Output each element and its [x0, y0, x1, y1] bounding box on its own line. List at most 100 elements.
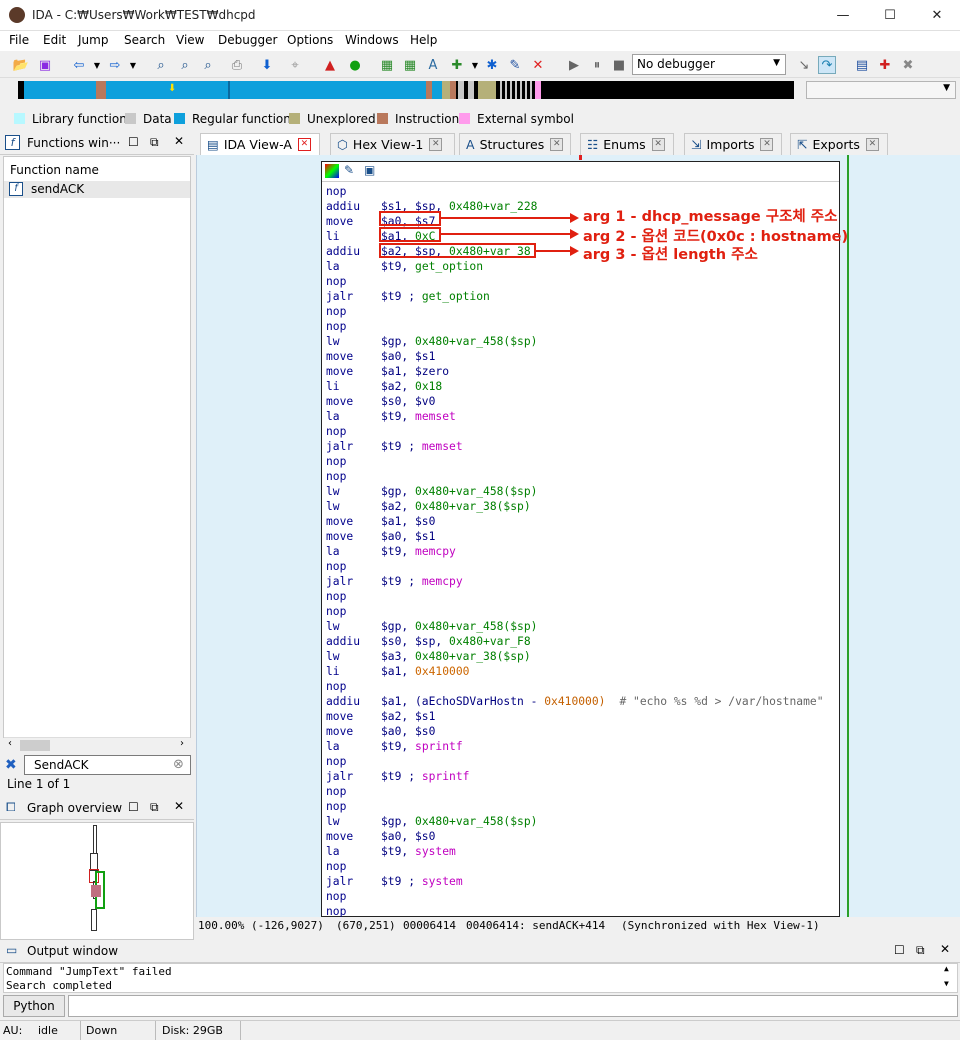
step-into-icon[interactable]: ↘: [795, 56, 813, 74]
python-button[interactable]: Python: [3, 995, 65, 1017]
clear-filter-icon[interactable]: ✖: [5, 757, 17, 773]
code-line[interactable]: lw $a2, 0x480+var_38($sp): [326, 499, 531, 514]
navigation-strip[interactable]: ⬇: [18, 81, 794, 99]
output-log[interactable]: Command "JumpText" failed Search complet…: [3, 963, 958, 993]
close-button[interactable]: ✕: [914, 0, 960, 31]
list-item[interactable]: f sendACK: [4, 181, 190, 198]
breakpoint-list-icon[interactable]: ✖: [899, 56, 917, 74]
code-line[interactable]: jalr $t9 ; memset: [326, 439, 463, 454]
code-line[interactable]: la $t9, sprintf: [326, 739, 463, 754]
code-line[interactable]: jalr $t9 ; memcpy: [326, 574, 463, 589]
python-command-input[interactable]: [68, 995, 958, 1017]
code-line[interactable]: move $a0, $s1: [326, 529, 435, 544]
tab-imports[interactable]: ⇲ Imports ✕: [684, 133, 782, 155]
code-line[interactable]: nop: [326, 304, 381, 319]
code-line[interactable]: li $a2, 0x18: [326, 379, 442, 394]
code-line[interactable]: nop: [326, 754, 381, 769]
code-line[interactable]: move $s0, $v0: [326, 394, 435, 409]
tab-ida-view-a[interactable]: ▤ IDA View-A ✕: [200, 133, 320, 155]
code-line[interactable]: move $a0, $s0: [326, 829, 435, 844]
search-text-icon[interactable]: ⌕: [176, 56, 194, 74]
function-filter-input[interactable]: SendACK ⊗: [24, 755, 191, 775]
menu-jump[interactable]: Jump: [78, 33, 108, 47]
code-icon[interactable]: ▦: [378, 56, 396, 74]
code-line[interactable]: nop: [326, 859, 381, 874]
chevron-down-icon[interactable]: ▼: [944, 979, 949, 988]
pause-icon[interactable]: ⏸: [588, 56, 606, 74]
green-circle-icon[interactable]: ●: [346, 56, 364, 74]
close-icon[interactable]: ✕: [297, 138, 311, 151]
hex-search-icon[interactable]: ⌖: [286, 56, 304, 74]
code-line[interactable]: lw $gp, 0x480+var_458($sp): [326, 619, 537, 634]
data-icon[interactable]: ▦: [401, 56, 419, 74]
maximize-button[interactable]: ☐: [867, 0, 913, 31]
debugger-select[interactable]: No debugger ▼: [632, 54, 786, 75]
restore-icon[interactable]: ☐: [128, 800, 139, 814]
code-line[interactable]: nop: [326, 679, 381, 694]
open-icon[interactable]: 📂: [12, 56, 30, 74]
chevron-down-icon[interactable]: ▼: [466, 56, 484, 74]
string-icon[interactable]: A: [424, 56, 442, 74]
script-icon[interactable]: ▤: [853, 56, 871, 74]
code-line[interactable]: move $a0, $s1: [326, 349, 435, 364]
struct-icon[interactable]: ✱: [483, 56, 501, 74]
tab-exports[interactable]: ⇱ Exports ✕: [790, 133, 888, 155]
code-line[interactable]: lw $gp, 0x480+var_458($sp): [326, 334, 537, 349]
code-line[interactable]: lw $gp, 0x480+var_458($sp): [326, 814, 537, 829]
scrollbar-thumb[interactable]: [20, 740, 50, 751]
chevron-right-icon[interactable]: ›: [180, 738, 184, 749]
code-line[interactable]: addiu $a1, (aEchoSDVarHostn - 0x410000) # …: [326, 694, 824, 709]
code-line[interactable]: move $a0, $s0: [326, 724, 435, 739]
code-line[interactable]: la $t9, memset: [326, 409, 456, 424]
code-line[interactable]: jalr $t9 ; get_option: [326, 289, 490, 304]
segment-select[interactable]: ▼: [806, 81, 956, 99]
play-icon[interactable]: ▶: [565, 56, 583, 74]
code-line[interactable]: nop: [326, 559, 381, 574]
search-binary-icon[interactable]: ⌕: [152, 56, 170, 74]
code-line[interactable]: nop: [326, 799, 381, 814]
tab-enums[interactable]: ☷ Enums ✕: [580, 133, 674, 155]
array-icon[interactable]: ✚: [448, 56, 466, 74]
code-line[interactable]: nop: [326, 319, 381, 334]
search-immediate-icon[interactable]: ⌕: [199, 56, 217, 74]
chevron-up-icon[interactable]: ▲: [944, 964, 949, 973]
close-icon[interactable]: ✕: [174, 134, 184, 148]
warning-icon[interactable]: ▲: [321, 56, 339, 74]
graph-overview[interactable]: [0, 822, 194, 940]
edit-icon[interactable]: ✎: [506, 56, 524, 74]
group-nodes-icon[interactable]: ▣: [364, 163, 375, 177]
close-icon[interactable]: ✕: [174, 799, 184, 813]
code-line[interactable]: nop: [326, 454, 381, 469]
horizontal-scrollbar[interactable]: ‹ ›: [4, 737, 190, 753]
tab-hex-view-1[interactable]: ⬡ Hex View-1 ✕: [330, 133, 455, 155]
code-line[interactable]: addiu $s0, $sp, 0x480+var_F8: [326, 634, 531, 649]
close-icon[interactable]: ✕: [940, 942, 950, 956]
menu-search[interactable]: Search: [124, 33, 165, 47]
chevron-down-icon[interactable]: ▼: [124, 56, 142, 74]
menu-file[interactable]: File: [9, 33, 29, 47]
code-line[interactable]: nop: [326, 889, 381, 904]
close-icon[interactable]: ✕: [429, 138, 443, 151]
code-line[interactable]: nop: [326, 274, 381, 289]
menu-edit[interactable]: Edit: [43, 33, 66, 47]
code-line[interactable]: nop: [326, 604, 381, 619]
stop-icon[interactable]: ■: [610, 56, 628, 74]
menu-debugger[interactable]: Debugger: [218, 33, 277, 47]
jump-down-icon[interactable]: ⬇: [258, 56, 276, 74]
clear-search-icon[interactable]: ⊗: [173, 757, 184, 772]
code-line[interactable]: move $a1, $s0: [326, 514, 435, 529]
code-line[interactable]: nop: [326, 469, 381, 484]
print-icon[interactable]: ⎙: [228, 56, 246, 74]
code-node[interactable]: ✎ ▣ nop addiu $s1, $sp, 0x480+var_228 move $…: [321, 161, 840, 918]
tab-structures[interactable]: A Structures ✕: [459, 133, 571, 155]
close-icon[interactable]: ✕: [760, 138, 774, 151]
delete-icon[interactable]: ✕: [529, 56, 547, 74]
code-line[interactable]: jalr $t9 ; sprintf: [326, 769, 469, 784]
code-line[interactable]: lw $a3, 0x480+var_38($sp): [326, 649, 531, 664]
restore-icon[interactable]: ☐: [894, 943, 905, 957]
minimize-button[interactable]: —: [820, 0, 866, 31]
rename-node-icon[interactable]: ✎: [344, 163, 354, 177]
code-line[interactable]: nop: [326, 784, 381, 799]
code-line[interactable]: nop: [326, 424, 381, 439]
close-icon[interactable]: ✕: [651, 138, 665, 151]
